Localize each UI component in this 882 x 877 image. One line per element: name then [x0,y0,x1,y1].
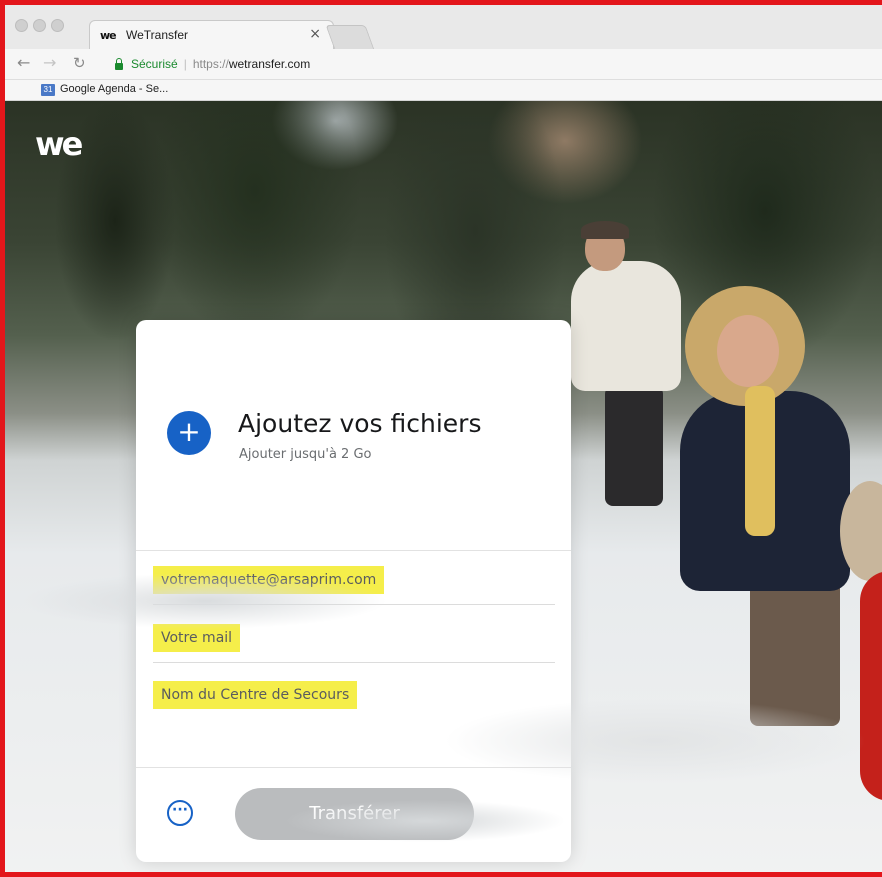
field-underline [153,662,555,663]
window-close-dot[interactable] [15,19,28,32]
forward-arrow-icon[interactable]: → [43,55,56,71]
secure-label: Sécurisé [131,57,178,71]
lock-icon [115,57,123,70]
transfer-button[interactable]: Transférer [235,788,474,840]
bookmark-google-agenda[interactable]: Google Agenda - Se... [60,83,168,95]
add-files-subtitle: Ajouter jusqu'à 2 Go [239,447,372,462]
message-value: Nom du Centre de Secours [153,681,358,709]
background-figure [581,221,629,239]
browser-toolbar: ← → ↻ Sécurisé | https:// wetransfer.com [5,49,882,80]
background-figure [840,481,882,581]
background-figure [571,261,681,391]
background-photo: we + Ajoutez vos fichiers Ajouter jusqu'… [5,101,882,872]
back-arrow-icon[interactable]: ← [17,55,30,71]
plus-icon[interactable]: + [167,411,211,455]
background-figure [605,386,663,506]
field-underline [153,604,555,605]
more-options-icon[interactable]: ··· [167,800,193,826]
wetransfer-favicon-icon: we [100,29,117,42]
bookmarks-bar: 31 Google Agenda - Se... [5,80,882,101]
add-files-title[interactable]: Ajoutez vos fichiers [238,409,481,438]
divider [136,550,571,551]
background-figure [717,315,779,387]
sender-email-value: Votre mail [153,624,241,652]
transfer-panel: + Ajoutez vos fichiers Ajouter jusqu'à 2… [136,320,571,862]
screenshot-frame: we WeTransfer × ← → ↻ Sécurisé | https:/… [0,0,882,877]
tab-title: WeTransfer [126,28,189,42]
divider [136,767,571,768]
background-figure [750,576,840,726]
reload-icon[interactable]: ↻ [73,55,86,71]
recipient-email-value: votremaquette@arsaprim.com [153,566,385,594]
address-separator: | [183,57,187,71]
window-minimize-dot[interactable] [33,19,46,32]
new-tab-button[interactable] [325,25,375,50]
background-figure [860,571,882,801]
wetransfer-logo[interactable]: we [35,128,83,160]
sender-email-field[interactable]: Votre mail [153,616,555,663]
address-bar[interactable]: Sécurisé | https:// wetransfer.com [115,55,310,73]
recipient-email-field[interactable]: votremaquette@arsaprim.com [153,558,555,605]
browser-tab-bar: we WeTransfer × [5,5,882,50]
message-field[interactable]: Nom du Centre de Secours [153,673,555,719]
url-host: wetransfer.com [228,57,311,71]
close-icon[interactable]: × [309,26,321,42]
url-scheme: https:// [192,57,229,71]
window-maximize-dot[interactable] [51,19,64,32]
background-figure [745,386,775,536]
calendar-icon: 31 [41,84,55,96]
browser-tab[interactable]: we WeTransfer × [89,20,334,49]
